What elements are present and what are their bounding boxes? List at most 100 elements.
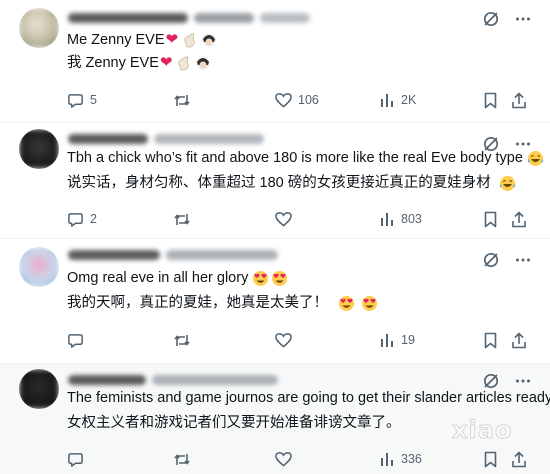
grok-icon[interactable] <box>482 10 500 28</box>
avatar[interactable] <box>19 247 59 287</box>
avatar[interactable] <box>19 8 59 48</box>
avatar[interactable] <box>19 129 59 169</box>
author-name-redacted[interactable] <box>68 250 160 260</box>
post-text-english: Me Zenny EVE ❤ <box>67 30 217 50</box>
author-name-redacted[interactable] <box>68 13 188 23</box>
repost-icon <box>173 332 191 349</box>
share-button[interactable] <box>511 209 527 229</box>
repost-icon <box>173 451 191 468</box>
avatar[interactable] <box>19 369 59 409</box>
author-name-redacted[interactable] <box>68 134 148 144</box>
red-heart-emoji: ❤ <box>165 31 179 48</box>
bookmark-button[interactable] <box>483 90 498 110</box>
views-button[interactable]: 2K <box>379 90 416 110</box>
views-icon <box>379 451 395 467</box>
person-emoji <box>195 55 211 71</box>
share-icon <box>511 450 527 468</box>
like-button[interactable]: 106 <box>275 90 319 110</box>
views-icon <box>379 211 395 227</box>
post-text-translation: 女权主义者和游戏记者们又要开始准备诽谤文章了。 <box>67 415 401 431</box>
heart-icon <box>275 332 292 348</box>
repost-icon <box>173 211 191 228</box>
post-text-chinese: 我 Zenny EVE ❤ <box>67 53 211 73</box>
like-button[interactable] <box>275 209 292 229</box>
post-text-translation: 我 Zenny EVE <box>67 55 159 71</box>
post-text-english: Tbh a chick who’s fit and above 180 is m… <box>67 148 544 168</box>
post-text: The feminists and game journos are going… <box>67 390 550 406</box>
share-button[interactable] <box>511 449 527 469</box>
reply-post[interactable]: Omg real eve in all her glory 我的天啊，真正的夏娃… <box>0 239 550 364</box>
post-text: Me Zenny EVE <box>67 32 165 48</box>
heart-eyes-emoji <box>361 295 378 312</box>
author-name-redacted[interactable] <box>68 375 146 385</box>
repost-icon <box>173 92 191 109</box>
post-text: Omg real eve in all her glory <box>67 270 249 286</box>
post-author-meta <box>68 131 264 147</box>
share-button[interactable] <box>511 90 527 110</box>
views-button[interactable]: 803 <box>379 209 422 229</box>
post-action-bar: 2 803 <box>67 209 527 229</box>
more-icon[interactable] <box>514 10 532 28</box>
red-heart-emoji: ❤ <box>159 54 173 71</box>
views-icon <box>379 332 395 348</box>
reply-post[interactable]: Tbh a chick who’s fit and above 180 is m… <box>0 123 550 239</box>
heart-icon <box>275 451 292 467</box>
post-action-bar: 5 106 2K <box>67 90 527 110</box>
bookmark-button[interactable] <box>483 449 498 469</box>
bookmark-button[interactable] <box>483 330 498 350</box>
views-icon <box>379 92 395 108</box>
repost-button[interactable] <box>173 449 191 469</box>
heart-eyes-emoji <box>252 270 269 287</box>
post-top-actions <box>482 10 532 28</box>
like-button[interactable] <box>275 449 292 469</box>
reply-button[interactable]: 5 <box>67 90 97 110</box>
laughing-emoji <box>499 175 516 192</box>
grok-icon[interactable] <box>482 251 500 269</box>
post-author-meta <box>68 10 310 26</box>
view-count: 19 <box>401 333 415 347</box>
more-icon[interactable] <box>514 251 532 269</box>
like-count: 106 <box>298 93 319 107</box>
reply-button[interactable] <box>67 330 84 350</box>
view-count: 2K <box>401 93 417 107</box>
heart-icon <box>275 211 292 227</box>
reply-icon <box>67 332 84 349</box>
post-action-bar: 19 <box>67 330 527 350</box>
view-count: 336 <box>401 452 422 466</box>
reply-icon <box>67 211 84 228</box>
post-text-chinese: 说实话，身材匀称、体重超过 180 磅的女孩更接近真正的夏娃身材 <box>67 173 516 193</box>
heart-icon <box>275 92 292 108</box>
repost-button[interactable] <box>173 90 191 110</box>
bookmark-icon <box>483 92 498 109</box>
repost-button[interactable] <box>173 209 191 229</box>
post-text: Tbh a chick who’s fit and above 180 is m… <box>67 150 523 166</box>
bookmark-button[interactable] <box>483 209 498 229</box>
repost-button[interactable] <box>173 330 191 350</box>
reply-count: 5 <box>90 93 97 107</box>
reply-button[interactable] <box>67 449 84 469</box>
post-text-translation: 我的天啊，真正的夏娃，她真是太美了！ <box>67 295 328 311</box>
share-icon <box>511 331 527 349</box>
bookmark-icon <box>483 451 498 468</box>
views-button[interactable]: 19 <box>379 330 415 350</box>
post-top-actions <box>482 251 532 269</box>
reply-icon <box>67 451 84 468</box>
post-author-meta <box>68 247 278 263</box>
post-text-chinese: 我的天啊，真正的夏娃，她真是太美了！ <box>67 293 378 313</box>
views-button[interactable]: 336 <box>379 449 422 469</box>
share-button[interactable] <box>511 330 527 350</box>
reply-count: 2 <box>90 212 97 226</box>
hand-emoji <box>177 55 191 71</box>
hand-emoji <box>183 32 197 48</box>
post-text-chinese: 女权主义者和游戏记者们又要开始准备诽谤文章了。 <box>67 413 401 433</box>
post-action-bar: 336 <box>67 449 527 469</box>
post-text-english: The feminists and game journos are going… <box>67 388 550 408</box>
watermark-text: xiao <box>451 416 513 445</box>
reply-button[interactable]: 2 <box>67 209 97 229</box>
like-button[interactable] <box>275 330 292 350</box>
view-count: 803 <box>401 212 422 226</box>
reply-post[interactable]: Me Zenny EVE ❤ 我 Zenny EVE ❤ 5 106 2K <box>0 0 550 123</box>
person-emoji <box>201 32 217 48</box>
heart-eyes-emoji <box>271 270 288 287</box>
post-text-translation: 说实话，身材匀称、体重超过 180 磅的女孩更接近真正的夏娃身材 <box>67 175 491 191</box>
